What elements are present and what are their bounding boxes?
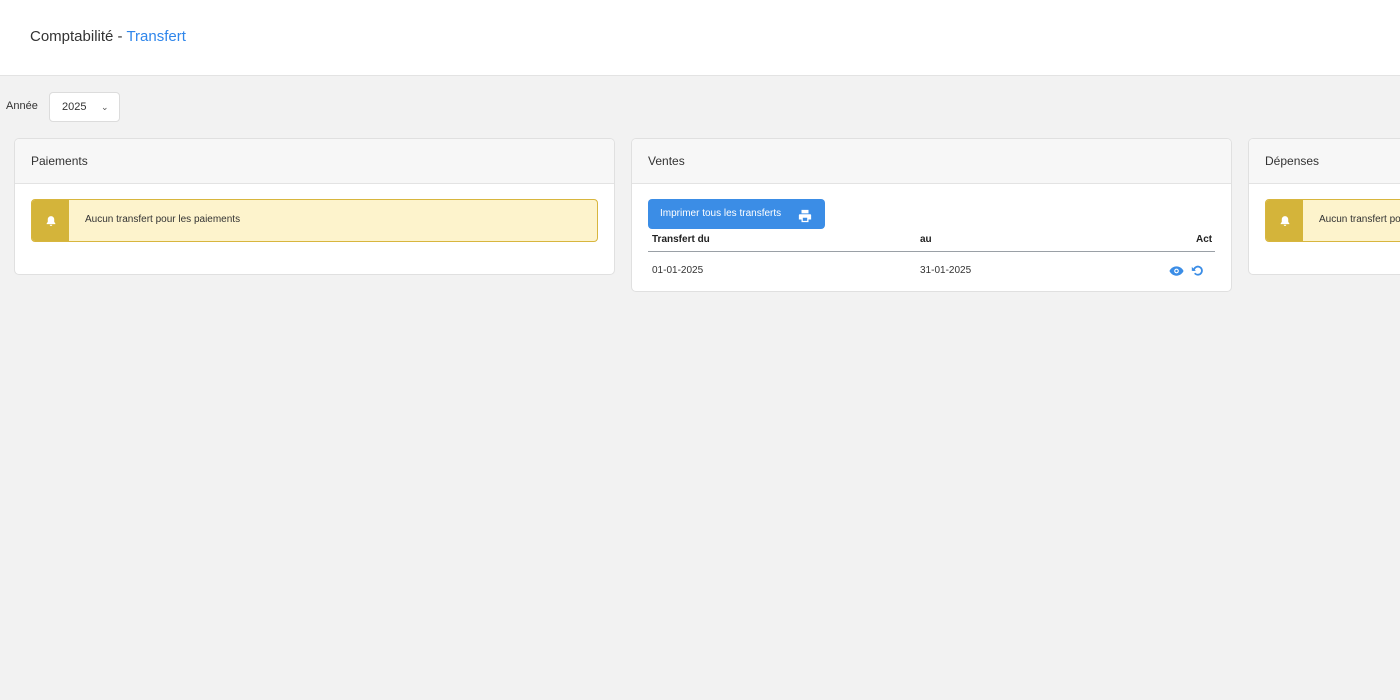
paiements-card: Paiements Aucun transfert pour les paiem… [14,138,615,275]
column-header-to: au [920,234,932,245]
page-title: Comptabilité - Transfert [30,28,186,45]
top-bar: Comptabilité - Transfert [0,0,1400,76]
column-header-from: Transfert du [652,234,710,245]
print-all-transfers-button[interactable]: Imprimer tous les transferts [648,199,825,229]
year-label: Année [6,100,38,112]
printer-icon [798,206,812,236]
paiements-alert-text: Aucun transfert pour les paiements [85,214,241,225]
eye-icon[interactable] [1169,264,1184,282]
title-accent[interactable]: Transfert [126,28,185,45]
year-select-value: 2025 [62,101,87,113]
title-prefix: Comptabilité [30,28,114,45]
title-separator: - [113,28,127,45]
year-select[interactable]: 2025 ⌄ [49,92,120,122]
chevron-down-icon: ⌄ [101,102,109,112]
row-from-date: 01-01-2025 [652,265,704,276]
column-header-actions: Act [1196,234,1213,245]
print-button-label: Imprimer tous les transferts [660,208,782,219]
undo-icon[interactable] [1191,264,1204,282]
ventes-card: Ventes Imprimer tous les transferts Tran… [631,138,1232,292]
bell-icon [32,200,69,241]
depenses-card-title: Dépenses [1249,139,1400,184]
ventes-card-title: Ventes [632,139,1231,184]
paiements-alert: Aucun transfert pour les paiements [31,199,598,242]
table-header-divider [648,251,1215,252]
row-to-date: 31-01-2025 [920,265,972,276]
depenses-card: Dépenses Aucun transfert pour les dépens… [1248,138,1400,275]
bell-icon [1266,200,1303,241]
depenses-alert: Aucun transfert pour les dépenses [1265,199,1400,242]
paiements-card-title: Paiements [15,139,614,184]
depenses-alert-text: Aucun transfert pour les dépenses [1319,214,1400,225]
